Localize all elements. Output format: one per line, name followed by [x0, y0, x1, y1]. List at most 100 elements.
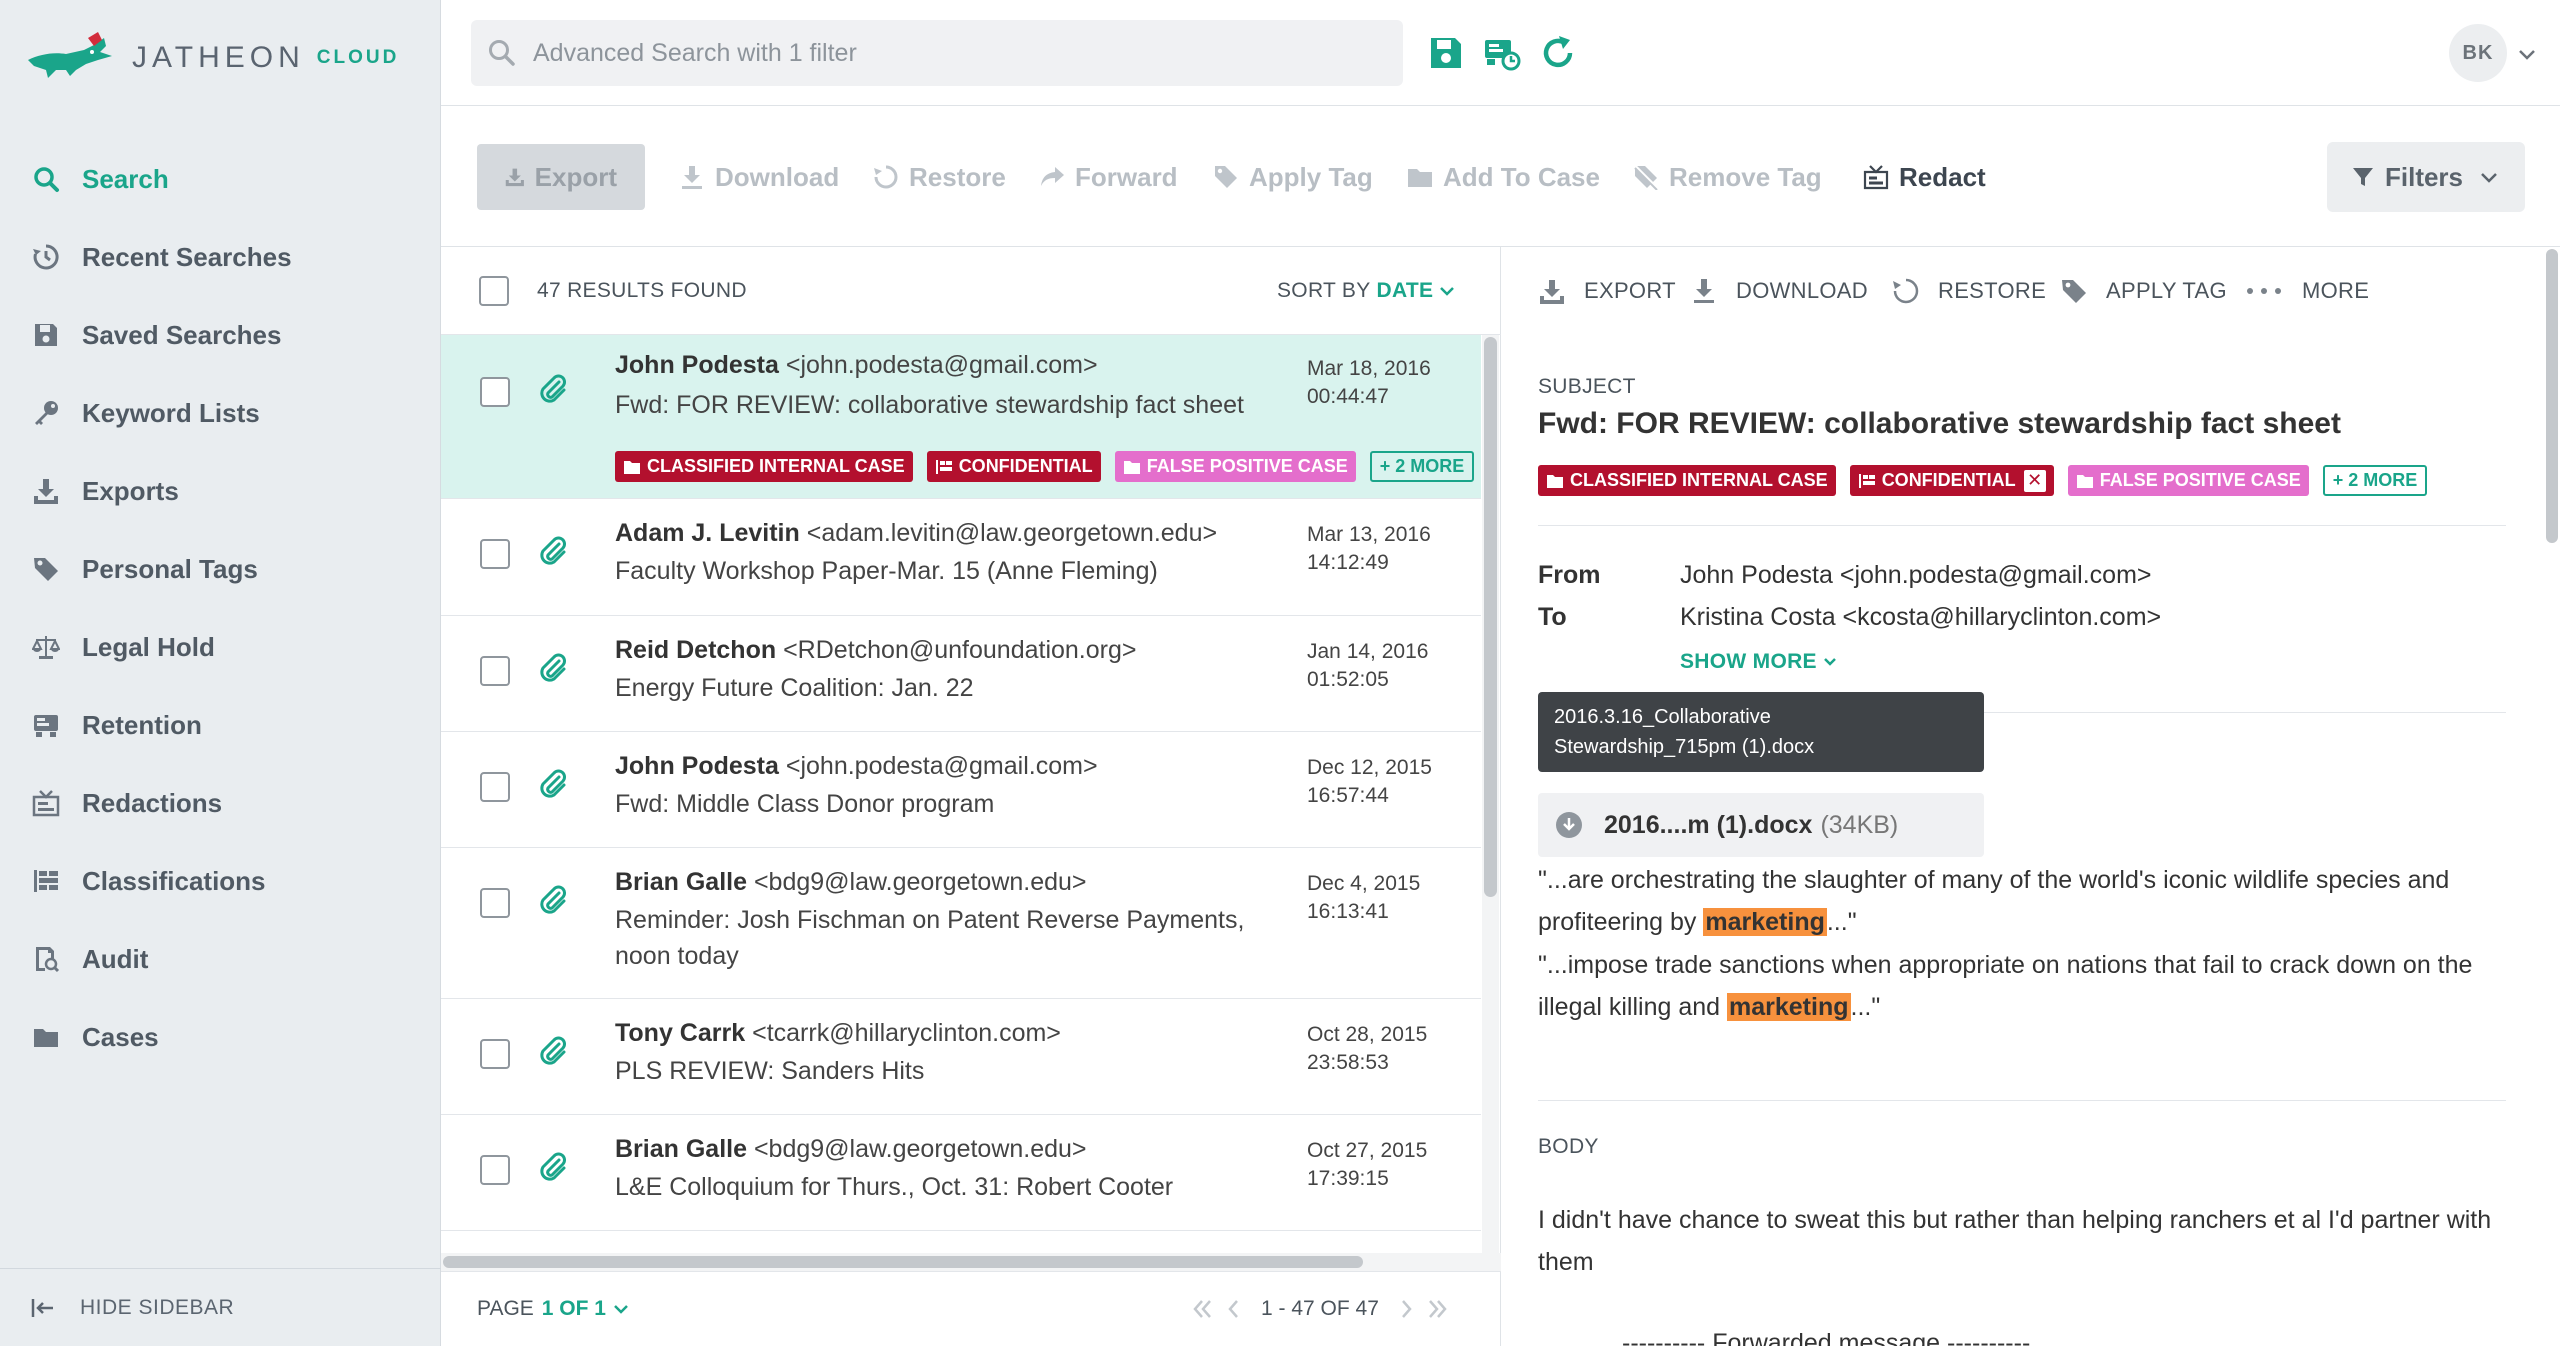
scrollbar-thumb[interactable]	[1484, 337, 1497, 897]
sidebar-item-retention[interactable]: Retention	[0, 686, 441, 764]
sort-by-dropdown[interactable]: SORT BY DATE	[1277, 279, 1457, 303]
scrollbar-thumb[interactable]	[443, 1256, 1363, 1268]
download-button[interactable]: Download	[679, 144, 839, 210]
sidebar-item-audit[interactable]: Audit	[0, 920, 441, 998]
apply-tag-label: Apply Tag	[1249, 161, 1373, 192]
restore-button[interactable]: Restore	[873, 144, 1006, 210]
list-item[interactable]: Reid Detchon <RDetchon@unfoundation.org>…	[441, 616, 1481, 732]
hide-sidebar-button[interactable]: HIDE SIDEBAR	[0, 1268, 441, 1346]
sidebar-item-redactions[interactable]: Redactions	[0, 764, 441, 842]
email-date: Oct 27, 2015 17:39:15	[1307, 1137, 1427, 1193]
detail-restore-button[interactable]: RESTORE	[1892, 277, 2046, 305]
remove-tag-button[interactable]: Remove Tag	[1633, 144, 1822, 210]
tag-classified[interactable]: CLASSIFIED INTERNAL CASE	[615, 451, 913, 482]
sidebar-item-exports[interactable]: Exports	[0, 452, 441, 530]
user-avatar[interactable]: BK	[2449, 24, 2507, 82]
detail-export-label: EXPORT	[1584, 278, 1676, 303]
sidebar-item-recent-searches[interactable]: Recent Searches	[0, 218, 441, 296]
date-value: Dec 12, 2015	[1307, 756, 1432, 779]
tag-false-positive[interactable]: FALSE POSITIVE CASE	[2067, 465, 2309, 496]
detail-apply-tag-button[interactable]: APPLY TAG	[2060, 277, 2227, 305]
list-item[interactable]: Brian Galle <bdg9@law.georgetown.edu> L&…	[441, 1115, 1481, 1231]
detail-download-button[interactable]: DOWNLOAD	[1690, 277, 1868, 305]
first-page-icon[interactable]	[1189, 1296, 1215, 1322]
tag-false-positive[interactable]: FALSE POSITIVE CASE	[1114, 451, 1356, 482]
email-date: Jan 14, 2016 01:52:05	[1307, 638, 1428, 694]
tag-icon	[30, 553, 62, 585]
sidebar-item-label: Saved Searches	[82, 319, 282, 350]
attachment-chip[interactable]: 2016....m (1).docx (34KB)	[1538, 793, 1984, 857]
sort-label: SORT BY	[1277, 278, 1371, 302]
sidebar-item-saved-searches[interactable]: Saved Searches	[0, 296, 441, 374]
detail-more-button[interactable]: MORE	[2244, 277, 2369, 305]
download-icon	[682, 166, 702, 189]
keyword-highlight: marketing	[1703, 908, 1827, 936]
tag-label: CLASSIFIED INTERNAL CASE	[647, 456, 905, 476]
add-to-case-button[interactable]: Add To Case	[1407, 144, 1600, 210]
sidebar-item-classifications[interactable]: Classifications	[0, 842, 441, 920]
forward-button[interactable]: Forward	[1039, 144, 1178, 210]
last-page-icon[interactable]	[1425, 1296, 1451, 1322]
prev-page-icon[interactable]	[1221, 1296, 1247, 1322]
detail-export-button[interactable]: EXPORT	[1538, 277, 1676, 305]
divider	[1538, 525, 2506, 526]
list-item[interactable]: Tony Carrk <tcarrk@hillaryclinton.com> P…	[441, 999, 1481, 1115]
sidebar-item-search[interactable]: Search	[0, 140, 441, 218]
tag-classified[interactable]: CLASSIFIED INTERNAL CASE	[1538, 465, 1836, 496]
search-placeholder: Advanced Search with 1 filter	[533, 38, 857, 67]
detail-tag-list: CLASSIFIED INTERNAL CASE CONFIDENTIAL ✕ F…	[1538, 465, 2441, 496]
refresh-icon[interactable]	[1539, 34, 1577, 72]
sidebar-item-keyword-lists[interactable]: Keyword Lists	[0, 374, 441, 452]
filters-button[interactable]: Filters	[2327, 142, 2525, 212]
results-vertical-scrollbar[interactable]	[1482, 335, 1499, 1255]
export-button[interactable]: Export	[477, 144, 645, 210]
detail-restore-label: RESTORE	[1938, 278, 2047, 303]
page-selector[interactable]: PAGE 1 OF 1	[477, 1297, 632, 1321]
next-page-icon[interactable]	[1393, 1296, 1419, 1322]
add-to-case-label: Add To Case	[1443, 161, 1600, 192]
row-checkbox[interactable]	[480, 656, 510, 686]
sidebar-item-legal-hold[interactable]: Legal Hold	[0, 608, 441, 686]
forwarded-header: ---------- Forwarded message ----------	[1622, 1329, 2031, 1346]
download-icon	[505, 168, 524, 187]
show-more-button[interactable]: SHOW MORE	[1680, 650, 1839, 674]
time-value: 00:44:47	[1307, 385, 1389, 408]
sidebar-item-cases[interactable]: Cases	[0, 998, 441, 1076]
sidebar-item-personal-tags[interactable]: Personal Tags	[0, 530, 441, 608]
retention-search-icon[interactable]	[1483, 34, 1521, 72]
row-checkbox[interactable]	[480, 377, 510, 407]
more-tags-button[interactable]: + 2 MORE	[2322, 465, 2428, 496]
select-all-checkbox[interactable]	[479, 275, 509, 306]
search-input[interactable]: Advanced Search with 1 filter	[471, 20, 1403, 86]
row-checkbox[interactable]	[480, 888, 510, 918]
download-label: Download	[715, 161, 840, 192]
download-icon	[30, 475, 62, 507]
save-search-icon[interactable]	[1427, 34, 1465, 72]
list-item[interactable]: Adam J. Levitin <adam.levitin@law.george…	[441, 499, 1481, 616]
list-item[interactable]: John Podesta <john.podesta@gmail.com> Fw…	[441, 335, 1481, 499]
row-checkbox[interactable]	[480, 539, 510, 569]
scrollbar-thumb[interactable]	[2546, 249, 2558, 543]
date-value: Mar 13, 2016	[1307, 523, 1431, 546]
results-count: 47 RESULTS FOUND	[537, 278, 747, 302]
remove-tag-icon[interactable]: ✕	[2023, 469, 2046, 492]
redact-button[interactable]: Redact	[1863, 144, 1986, 210]
tag-confidential[interactable]: CONFIDENTIAL ✕	[1849, 465, 2054, 496]
row-checkbox[interactable]	[480, 1039, 510, 1069]
detail-vertical-scrollbar[interactable]	[2542, 247, 2560, 1346]
apply-tag-button[interactable]: Apply Tag	[1213, 144, 1373, 210]
list-item[interactable]: John Podesta <john.podesta@gmail.com> Fw…	[441, 732, 1481, 848]
sidebar: JATHEON CLOUD Search Recent Searches Sav…	[0, 0, 441, 1346]
row-checkbox[interactable]	[480, 1155, 510, 1185]
sidebar-item-label: Classifications	[82, 865, 266, 896]
jatheon-logo[interactable]: JATHEON CLOUD	[26, 30, 399, 86]
redact-icon	[30, 787, 62, 819]
folder-icon	[2076, 474, 2093, 488]
chevron-down-icon[interactable]	[2515, 42, 2539, 66]
list-item[interactable]: Brian Galle <bdg9@law.georgetown.edu> Re…	[441, 848, 1481, 999]
more-tags-button[interactable]: + 2 MORE	[1369, 451, 1475, 482]
tag-label: CONFIDENTIAL	[958, 456, 1093, 476]
results-horizontal-scrollbar[interactable]	[441, 1253, 1501, 1271]
row-checkbox[interactable]	[480, 772, 510, 802]
tag-confidential[interactable]: CONFIDENTIAL	[926, 451, 1101, 482]
